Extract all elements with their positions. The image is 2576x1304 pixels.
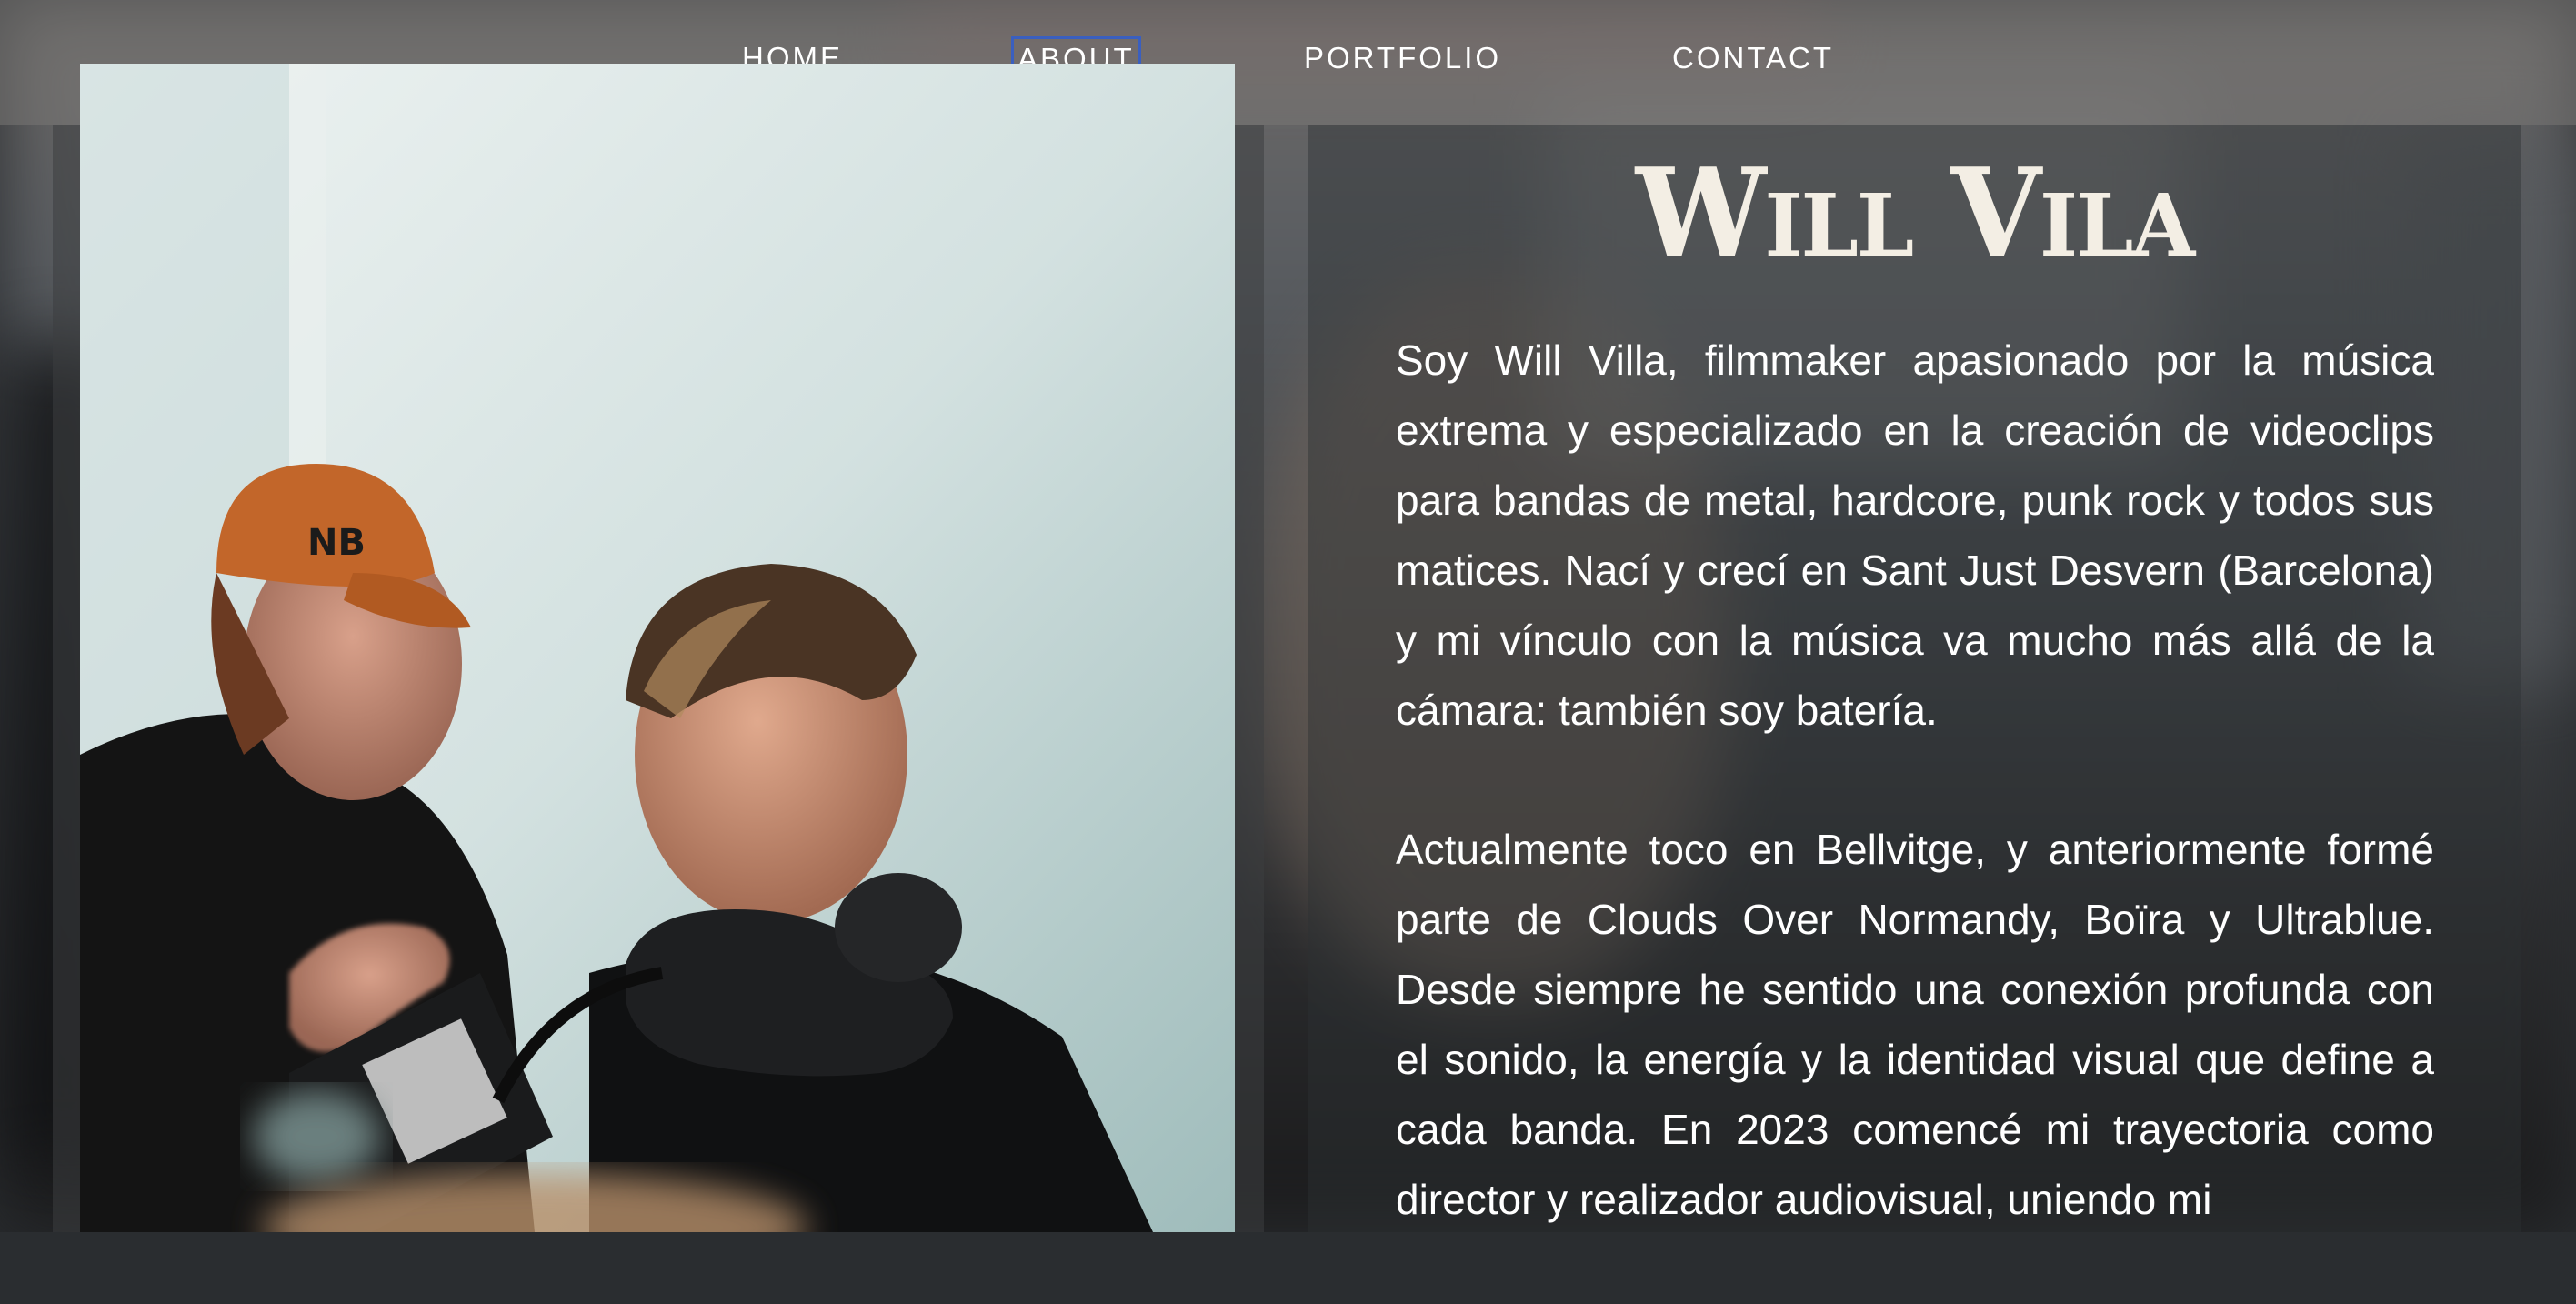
bio-paragraph: Actualmente toco en Bellvitge, y anterio…	[1396, 826, 2434, 1223]
bio-text: Soy Will Villa, filmmaker apasionado por…	[1396, 326, 2434, 1304]
portrait-photo: NB	[80, 64, 1235, 1232]
nav-portfolio-link[interactable]: PORTFOLIO	[1298, 36, 1507, 80]
bio-paragraph: Soy Will Villa, filmmaker apasionado por…	[1396, 336, 2434, 734]
artist-name-logo: Will Vila	[1635, 142, 2196, 286]
nav-contact-link[interactable]: CONTACT	[1667, 36, 1839, 80]
svg-text:NB: NB	[307, 522, 366, 564]
